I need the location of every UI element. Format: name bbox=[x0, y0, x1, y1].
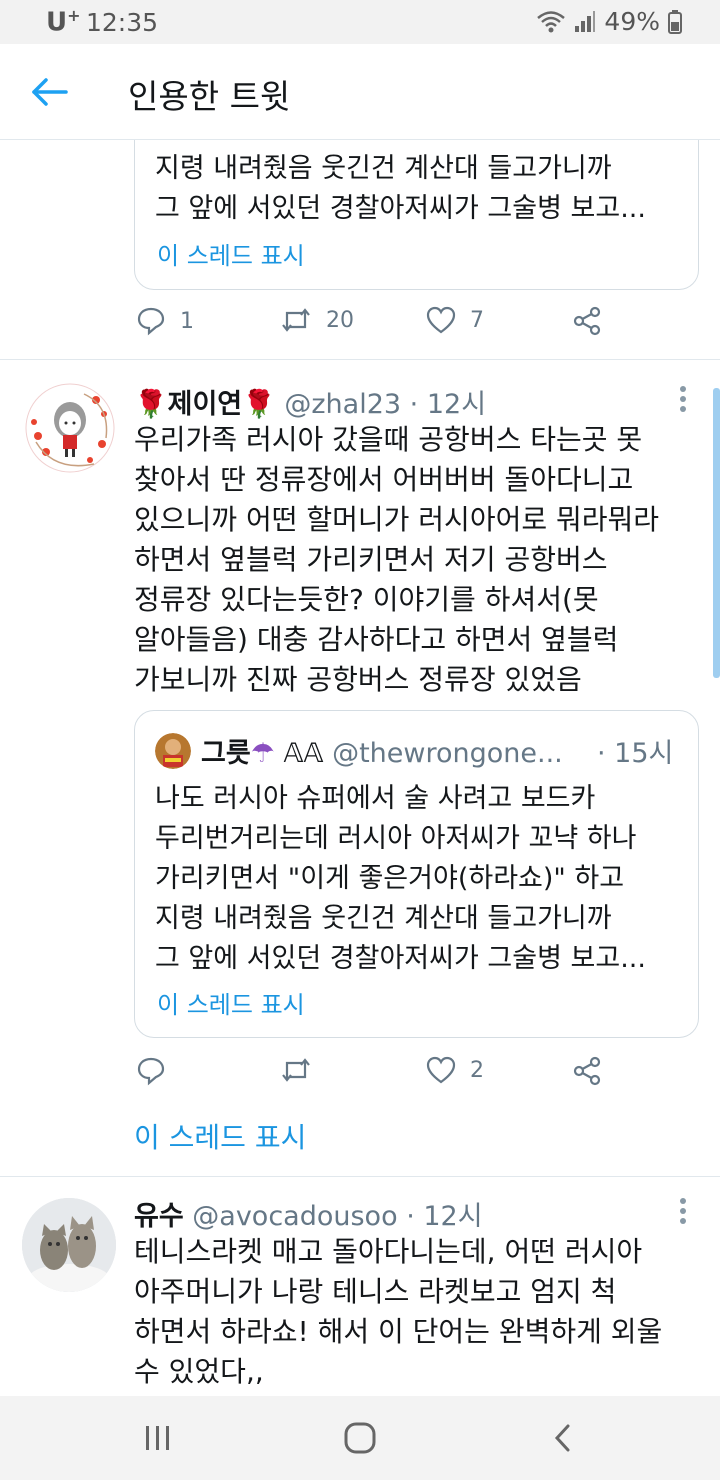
tweet-text: 테니스라켓 매고 돌아다니는데, 어떤 러시아 아주머니가 나랑 테니스 라켓보… bbox=[134, 1235, 663, 1388]
tweet-header: 유수 @avocadousoo · 12시 bbox=[134, 1194, 483, 1233]
like-button[interactable]: 7 bbox=[426, 306, 484, 334]
quoted-display-name: 그릇 bbox=[201, 738, 251, 769]
reply-button[interactable] bbox=[136, 1056, 166, 1086]
avatar[interactable] bbox=[24, 382, 116, 474]
share-button[interactable] bbox=[572, 1056, 602, 1086]
divider bbox=[0, 1176, 720, 1177]
show-thread-link[interactable]: 이 스레드 표시 bbox=[157, 236, 305, 271]
quoted-tweet-text: 나도 러시아 슈퍼에서 술 사려고 보드카 두리번거리는데 러시아 아저씨가 꼬… bbox=[155, 783, 646, 974]
quoted-handle: @thewrongone... bbox=[332, 738, 563, 769]
more-options-icon[interactable] bbox=[680, 1198, 690, 1228]
tweet-text: 우리가족 러시아 갔을때 공항버스 타는곳 못 찾아서 딴 정류장에서 어버버버… bbox=[134, 423, 660, 696]
back-arrow-icon[interactable] bbox=[30, 74, 70, 110]
quoted-tweet-card[interactable]: 그릇☂ 𝔸𝔸 @thewrongone... · 15시 나도 러시아 슈퍼에서… bbox=[134, 710, 699, 1038]
timeline: 지령 내려줬음 웃긴건 계산대 들고가니까 그 앞에 서있던 경찰아저씨가 그술… bbox=[0, 140, 720, 1396]
wifi-icon bbox=[536, 9, 566, 35]
share-icon bbox=[572, 1056, 602, 1086]
recent-apps-icon[interactable] bbox=[136, 1418, 180, 1458]
system-navigation-bar bbox=[0, 1396, 720, 1480]
quoted-tweet-card[interactable]: 지령 내려줬음 웃긴건 계산대 들고가니까 그 앞에 서있던 경찰아저씨가 그술… bbox=[134, 140, 699, 290]
like-count: 2 bbox=[470, 1057, 484, 1083]
retweet-button[interactable]: 20 bbox=[280, 306, 354, 334]
status-time: 12:35 bbox=[86, 8, 159, 37]
tweet-time: · 12시 bbox=[409, 389, 487, 420]
retweet-icon bbox=[280, 306, 312, 334]
quoted-tweet-header: 그릇☂ 𝔸𝔸 @thewrongone... · 15시 bbox=[201, 731, 673, 770]
quoted-time: · 15시 bbox=[597, 738, 674, 769]
like-button[interactable]: 2 bbox=[426, 1056, 484, 1084]
avatar[interactable] bbox=[22, 1198, 116, 1292]
top-app-bar: 인용한 트윗 bbox=[0, 44, 720, 140]
reply-count: 1 bbox=[180, 308, 194, 334]
signal-icon bbox=[574, 10, 596, 34]
user-handle[interactable]: @avocadousoo bbox=[192, 1201, 397, 1232]
page-title: 인용한 트윗 bbox=[128, 77, 291, 116]
heart-icon bbox=[426, 306, 456, 334]
reply-icon bbox=[136, 306, 166, 336]
display-name[interactable]: 제이연 bbox=[168, 389, 243, 420]
display-name[interactable]: 유수 bbox=[134, 1201, 184, 1232]
user-handle[interactable]: @zhal23 bbox=[284, 389, 401, 420]
rose-icon: 🌹 bbox=[134, 389, 168, 420]
back-icon[interactable] bbox=[540, 1418, 584, 1458]
reply-button[interactable]: 1 bbox=[136, 306, 194, 336]
divider bbox=[0, 359, 720, 360]
quoted-avatar bbox=[155, 733, 191, 769]
heart-icon bbox=[426, 1056, 456, 1084]
status-bar: U+ 12:35 49% bbox=[0, 0, 720, 44]
retweet-icon bbox=[280, 1056, 312, 1084]
umbrella-icon: ☂ bbox=[250, 738, 275, 769]
reply-icon bbox=[136, 1056, 166, 1086]
scrollbar[interactable] bbox=[713, 388, 720, 678]
retweet-button[interactable] bbox=[280, 1056, 312, 1084]
share-button[interactable] bbox=[572, 306, 602, 336]
home-icon[interactable] bbox=[338, 1418, 382, 1458]
show-thread-link[interactable]: 이 스레드 표시 bbox=[134, 1116, 306, 1156]
quoted-tweet-text: 지령 내려줬음 웃긴건 계산대 들고가니까 그 앞에 서있던 경찰아저씨가 그술… bbox=[155, 153, 646, 224]
share-icon bbox=[572, 306, 602, 336]
battery-percent: 49% bbox=[604, 7, 660, 36]
like-count: 7 bbox=[470, 307, 484, 333]
battery-icon bbox=[668, 9, 682, 34]
tweet-actions: 1 20 7 bbox=[134, 306, 614, 346]
tweet-actions: 2 bbox=[134, 1056, 614, 1096]
quoted-name-suffix: 𝔸𝔸 bbox=[283, 738, 324, 769]
rose-icon: 🌹 bbox=[242, 389, 276, 420]
retweet-count: 20 bbox=[326, 307, 354, 333]
tweet-header: 🌹제이연🌹 @zhal23 · 12시 bbox=[134, 382, 486, 421]
tweet-time: · 12시 bbox=[406, 1201, 483, 1232]
show-thread-link[interactable]: 이 스레드 표시 bbox=[157, 985, 305, 1020]
more-options-icon[interactable] bbox=[680, 386, 690, 416]
carrier-label: U+ bbox=[46, 6, 81, 38]
